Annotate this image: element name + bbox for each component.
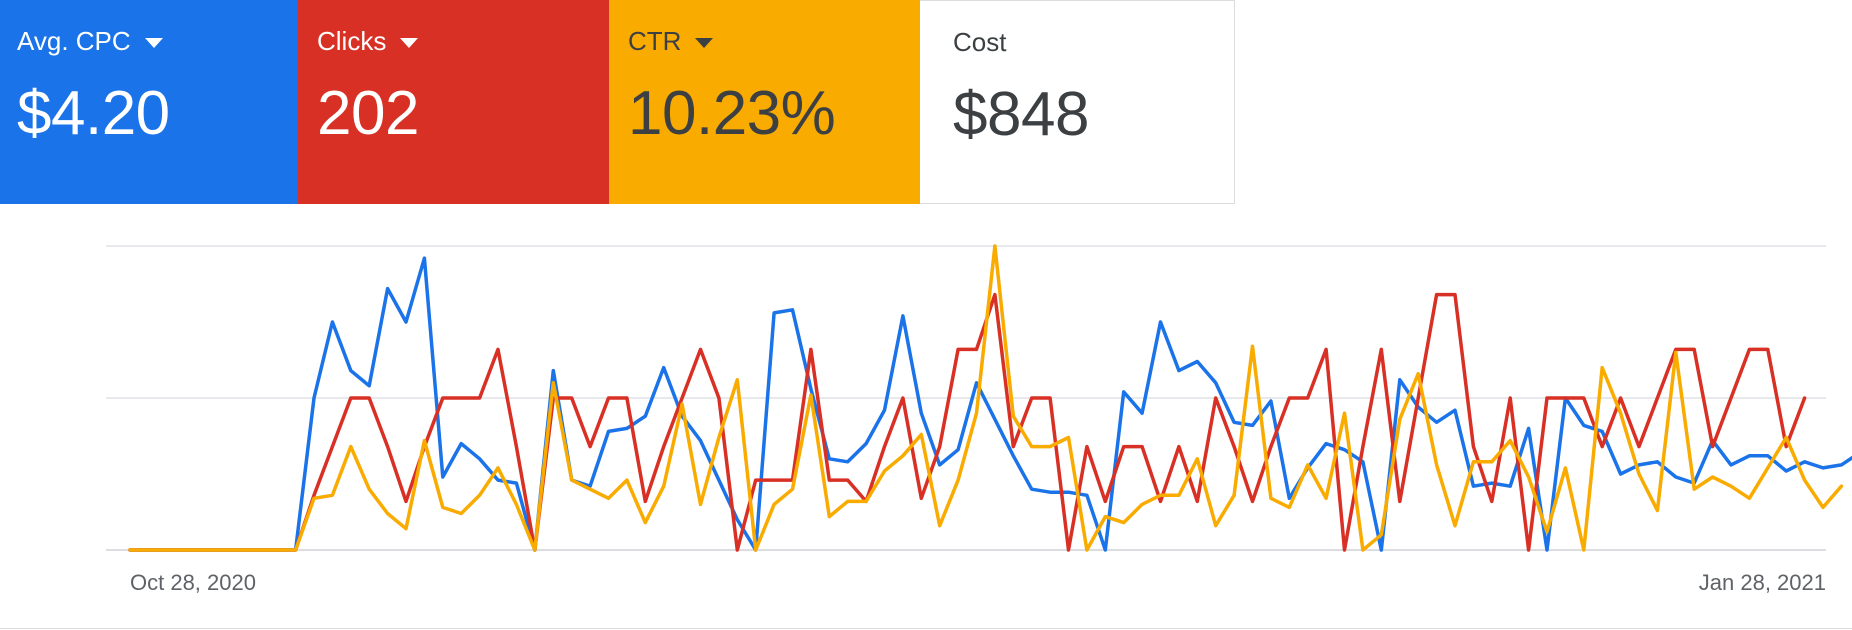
metric-value: $848: [953, 80, 1089, 149]
dropdown-arrow-icon[interactable]: [695, 37, 714, 48]
metric-value: 202: [317, 79, 419, 148]
x-tick-label-end: Jan 28, 2021: [1699, 570, 1826, 595]
x-tick-label-start: Oct 28, 2020: [130, 570, 256, 595]
metric-card-ctr[interactable]: CTR 10.23%: [609, 0, 920, 204]
dropdown-arrow-icon[interactable]: [400, 37, 419, 48]
metric-label: Cost: [953, 27, 1007, 57]
metric-card-clicks[interactable]: Clicks 202: [298, 0, 609, 204]
divider: [0, 628, 1852, 629]
metric-value: $4.20: [17, 79, 170, 148]
metric-label: Clicks: [317, 26, 419, 57]
metric-value: 10.23%: [628, 79, 836, 148]
performance-line-chart: Oct 28, 2020 Jan 28, 2021: [106, 244, 1852, 595]
metric-label: CTR: [628, 26, 714, 57]
metric-card-cost[interactable]: Cost $848: [920, 0, 1235, 204]
metric-card-avg-cpc[interactable]: Avg. CPC $4.20: [0, 0, 298, 204]
dropdown-arrow-icon[interactable]: [144, 37, 163, 48]
metric-cards: Avg. CPC $4.20 Clicks 202 CTR 10.23% Cos…: [0, 0, 1235, 204]
metric-label: Avg. CPC: [17, 26, 163, 57]
